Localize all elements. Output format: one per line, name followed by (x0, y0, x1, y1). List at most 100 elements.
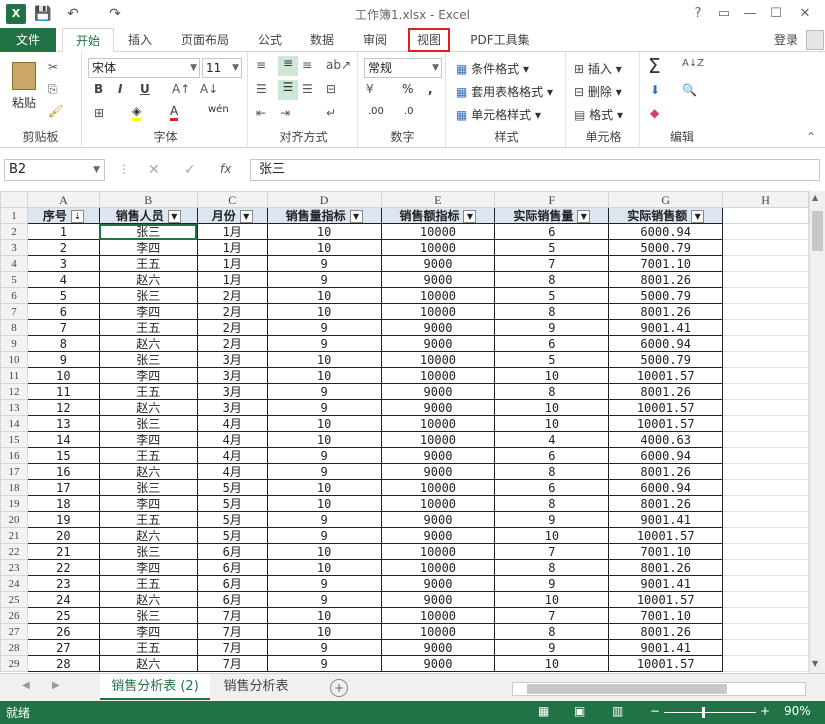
zoom-slider[interactable] (664, 712, 756, 713)
row-header[interactable]: 25 (0, 591, 28, 608)
table-cell[interactable]: 10001.57 (608, 367, 724, 384)
column-header[interactable]: H (722, 191, 809, 208)
empty-cell[interactable] (722, 351, 809, 368)
table-cell[interactable]: 2月 (196, 303, 268, 320)
horizontal-scrollbar[interactable] (512, 682, 806, 696)
fill-color-icon[interactable]: ◈ (132, 104, 142, 121)
format-cells-button[interactable]: ▤ 格式 ▾ (574, 106, 623, 123)
table-cell[interactable]: 26 (26, 623, 100, 640)
table-cell[interactable]: 王五 (98, 575, 198, 592)
table-cell[interactable]: 28 (26, 655, 100, 672)
table-cell[interactable]: 8001.26 (608, 383, 724, 400)
row-header[interactable]: 20 (0, 511, 28, 528)
empty-cell[interactable] (722, 431, 809, 448)
table-cell[interactable]: 9000 (380, 511, 496, 528)
empty-cell[interactable] (722, 335, 809, 352)
ribbon-display-icon[interactable]: ▭ (711, 4, 737, 24)
table-cell[interactable]: 6000.94 (608, 479, 724, 496)
table-cell[interactable]: 9000 (380, 463, 496, 480)
table-cell[interactable]: 10 (266, 543, 382, 560)
table-cell[interactable]: 王五 (98, 511, 198, 528)
font-name-select[interactable]: 宋体 ▼ (88, 58, 200, 78)
column-header[interactable]: B (98, 191, 198, 208)
cut-icon[interactable]: ✂ (48, 60, 58, 74)
table-cell[interactable]: 9 (266, 271, 382, 288)
currency-icon[interactable]: ¥ (366, 82, 374, 96)
table-cell[interactable]: 3 (26, 255, 100, 272)
empty-cell[interactable] (722, 655, 809, 672)
empty-cell[interactable] (722, 271, 809, 288)
table-cell[interactable]: 6000.94 (608, 447, 724, 464)
table-cell[interactable]: 2月 (196, 335, 268, 352)
table-cell[interactable]: 10001.57 (608, 399, 724, 416)
table-cell[interactable]: 9 (266, 655, 382, 672)
table-cell[interactable]: 李四 (98, 367, 198, 384)
table-cell[interactable]: 10 (494, 415, 610, 432)
table-cell[interactable]: 9001.41 (608, 319, 724, 336)
filter-dropdown-icon[interactable]: ▼ (349, 209, 363, 223)
border-icon[interactable]: ⊞ (94, 106, 104, 120)
table-cell[interactable]: 5000.79 (608, 287, 724, 304)
table-cell[interactable]: 10000 (380, 303, 496, 320)
table-cell[interactable]: 8 (494, 559, 610, 576)
table-cell[interactable]: 9 (266, 319, 382, 336)
table-cell[interactable]: 赵六 (98, 271, 198, 288)
table-cell[interactable]: 6 (494, 223, 610, 240)
clear-icon[interactable]: ◆ (650, 106, 659, 120)
column-header[interactable]: E (380, 191, 496, 208)
empty-cell[interactable] (722, 223, 809, 240)
table-cell[interactable]: 10 (266, 495, 382, 512)
empty-cell[interactable] (722, 255, 809, 272)
avatar[interactable] (806, 30, 824, 50)
empty-cell[interactable] (722, 639, 809, 656)
table-cell[interactable]: 张三 (98, 415, 198, 432)
row-header[interactable]: 12 (0, 383, 28, 400)
orientation-icon[interactable]: ab↗ (326, 58, 351, 72)
row-header[interactable]: 17 (0, 463, 28, 480)
table-cell[interactable]: 4月 (196, 447, 268, 464)
row-header[interactable]: 9 (0, 335, 28, 352)
empty-cell[interactable] (722, 207, 809, 224)
table-cell[interactable]: 8001.26 (608, 303, 724, 320)
table-cell[interactable]: 7月 (196, 639, 268, 656)
table-cell[interactable]: 9 (494, 575, 610, 592)
table-cell[interactable]: 3月 (196, 351, 268, 368)
table-cell[interactable]: 8 (26, 335, 100, 352)
table-cell[interactable]: 9 (266, 527, 382, 544)
empty-cell[interactable] (722, 463, 809, 480)
table-cell[interactable]: 10000 (380, 607, 496, 624)
table-cell[interactable]: 19 (26, 511, 100, 528)
table-cell[interactable]: 10000 (380, 543, 496, 560)
table-cell[interactable]: 9 (26, 351, 100, 368)
table-cell[interactable]: 13 (26, 415, 100, 432)
table-cell[interactable]: 9 (494, 319, 610, 336)
table-cell[interactable]: 3月 (196, 367, 268, 384)
font-color-icon[interactable]: A (170, 104, 179, 121)
table-cell[interactable]: 5 (494, 239, 610, 256)
insert-cells-button[interactable]: ⊞ 插入 ▾ (574, 60, 622, 77)
scroll-down-icon[interactable]: ▼ (812, 659, 818, 668)
cancel-icon[interactable]: ✕ (148, 162, 160, 178)
filter-dropdown-icon[interactable]: ▼ (577, 209, 591, 223)
table-cell[interactable]: 9000 (380, 527, 496, 544)
table-cell[interactable]: 10000 (380, 239, 496, 256)
empty-cell[interactable] (722, 559, 809, 576)
table-cell[interactable]: 4月 (196, 431, 268, 448)
table-cell[interactable]: 8001.26 (608, 463, 724, 480)
table-cell[interactable]: 4000.63 (608, 431, 724, 448)
table-cell[interactable]: 15 (26, 447, 100, 464)
zoom-out-icon[interactable]: − (650, 704, 660, 718)
table-cell[interactable]: 赵六 (98, 463, 198, 480)
empty-cell[interactable] (722, 543, 809, 560)
format-as-table-button[interactable]: ▦ 套用表格格式 ▾ (456, 83, 553, 100)
table-cell[interactable]: 张三 (98, 607, 198, 624)
italic-button[interactable]: I (118, 82, 122, 96)
sort-filter-button[interactable]: A↓Z (682, 58, 704, 69)
table-cell[interactable]: 李四 (98, 495, 198, 512)
column-header[interactable]: G (608, 191, 724, 208)
row-header[interactable]: 16 (0, 447, 28, 464)
indent-increase-icon[interactable]: ⇥ (280, 106, 290, 120)
row-header[interactable]: 19 (0, 495, 28, 512)
tab-view[interactable]: 视图 (408, 28, 450, 52)
header-cell[interactable]: 销售额指标 ▼ (380, 207, 496, 224)
